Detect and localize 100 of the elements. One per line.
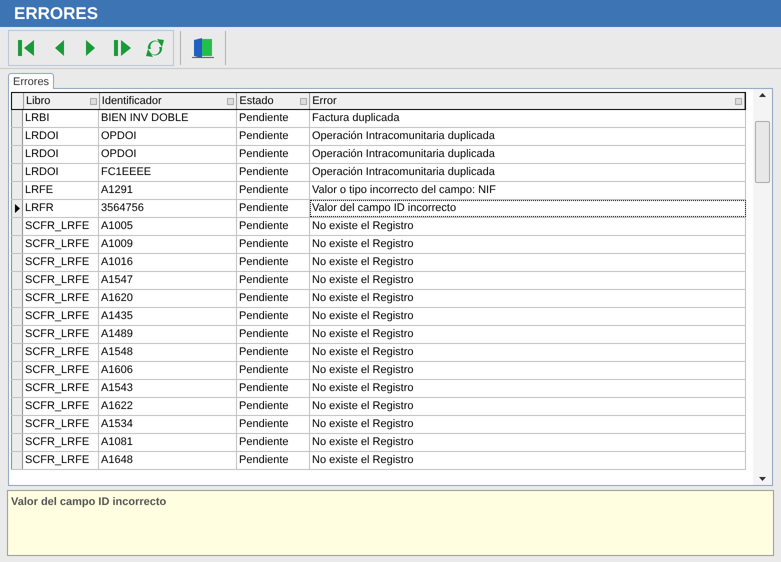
row-indicator <box>11 236 23 253</box>
table-cell: SCFR_LRFE <box>23 326 99 343</box>
vertical-scrollbar[interactable] <box>753 89 772 485</box>
table-cell: Valor del campo ID incorrecto <box>310 200 746 217</box>
row-indicator <box>11 272 23 289</box>
row-indicator <box>11 326 23 343</box>
table-cell: FC1EEEE <box>99 164 237 181</box>
row-indicator <box>11 434 23 451</box>
table-cell: Pendiente <box>237 416 310 433</box>
table-cell: A1648 <box>99 452 237 469</box>
row-indicator <box>11 146 23 163</box>
table-cell: SCFR_LRFE <box>23 254 99 271</box>
table-cell: LRFR <box>23 200 99 217</box>
table-row[interactable]: SCFR_LRFE A1435 Pendiente No existe el Registro <box>11 308 746 326</box>
table-cell: No existe el Registro <box>310 308 746 325</box>
table-cell: A1543 <box>99 380 237 397</box>
table-cell: No existe el Registro <box>310 218 746 235</box>
table-cell: Pendiente <box>237 128 310 145</box>
table-cell: A1620 <box>99 290 237 307</box>
scrollbar-thumb[interactable] <box>755 121 770 183</box>
table-cell: A1548 <box>99 344 237 361</box>
table-row[interactable]: SCFR_LRFE A1489 Pendiente No existe el Registro <box>11 326 746 344</box>
table-cell: LRFE <box>23 182 99 199</box>
table-row[interactable]: SCFR_LRFE A1009 Pendiente No existe el Registro <box>11 236 746 254</box>
table-row[interactable]: SCFR_LRFE A1543 Pendiente No existe el Registro <box>11 380 746 398</box>
table-row[interactable]: LRDOI FC1EEEE Pendiente Operación Intracomunitaria duplicada <box>11 164 746 182</box>
column-header[interactable]: Error <box>310 93 745 109</box>
table-cell: Pendiente <box>237 254 310 271</box>
row-indicator <box>11 362 23 379</box>
table-row[interactable]: LRFE A1291 Pendiente Valor o tipo incorrecto del campo: NIF <box>11 182 746 200</box>
table-cell: Pendiente <box>237 308 310 325</box>
window-title: ERRORES <box>14 2 98 25</box>
table-cell: OPDOI <box>99 128 237 145</box>
column-header[interactable]: Estado <box>237 93 310 109</box>
table-cell: A1489 <box>99 326 237 343</box>
detail-text: Valor del campo ID incorrecto <box>11 496 166 508</box>
table-cell: OPDOI <box>99 146 237 163</box>
table-cell: Pendiente <box>237 326 310 343</box>
row-indicator <box>11 182 23 199</box>
table-row[interactable]: SCFR_LRFE A1648 Pendiente No existe el Registro <box>11 452 746 470</box>
table-row[interactable]: SCFR_LRFE A1547 Pendiente No existe el Registro <box>11 272 746 290</box>
table-cell: No existe el Registro <box>310 254 746 271</box>
table-cell: Pendiente <box>237 290 310 307</box>
table-cell: No existe el Registro <box>310 326 746 343</box>
table-cell: Operación Intracomunitaria duplicada <box>310 128 746 145</box>
table-cell: SCFR_LRFE <box>23 290 99 307</box>
table-row[interactable]: SCFR_LRFE A1005 Pendiente No existe el Registro <box>11 218 746 236</box>
table-cell: Pendiente <box>237 398 310 415</box>
table-cell: SCFR_LRFE <box>23 434 99 451</box>
table-row[interactable]: SCFR_LRFE A1622 Pendiente No existe el Registro <box>11 398 746 416</box>
table-cell: Pendiente <box>237 236 310 253</box>
table-cell: Operación Intracomunitaria duplicada <box>310 164 746 181</box>
table-cell: No existe el Registro <box>310 344 746 361</box>
table-row[interactable]: SCFR_LRFE A1606 Pendiente No existe el Registro <box>11 362 746 380</box>
table-cell: SCFR_LRFE <box>23 236 99 253</box>
table-row[interactable]: LRDOI OPDOI Pendiente Operación Intracomunitaria duplicada <box>11 146 746 164</box>
table-row[interactable]: LRBI BIEN INV DOBLE Pendiente Factura duplicada <box>11 110 746 128</box>
table-cell: Pendiente <box>237 110 310 127</box>
table-cell: No existe el Registro <box>310 452 746 469</box>
scroll-up-icon[interactable] <box>759 93 766 97</box>
table-cell: Valor o tipo incorrecto del campo: NIF <box>310 182 746 199</box>
row-indicator <box>11 164 23 181</box>
table-cell: 3564756 <box>99 200 237 217</box>
row-indicator <box>11 452 23 469</box>
table-row[interactable]: SCFR_LRFE A1081 Pendiente No existe el Registro <box>11 434 746 452</box>
table-cell: SCFR_LRFE <box>23 452 99 469</box>
table-cell: Pendiente <box>237 218 310 235</box>
table-row[interactable]: LRDOI OPDOI Pendiente Operación Intracomunitaria duplicada <box>11 128 746 146</box>
table-row[interactable]: LRFR 3564756 Pendiente Valor del campo ID incorrecto <box>11 200 746 218</box>
table-row[interactable]: SCFR_LRFE A1620 Pendiente No existe el Registro <box>11 290 746 308</box>
row-indicator <box>11 218 23 235</box>
table-cell: Operación Intracomunitaria duplicada <box>310 146 746 163</box>
table-row[interactable]: SCFR_LRFE A1534 Pendiente No existe el Registro <box>11 416 746 434</box>
table-cell: No existe el Registro <box>310 290 746 307</box>
table-row[interactable]: SCFR_LRFE A1016 Pendiente No existe el Registro <box>11 254 746 272</box>
table-cell: LRDOI <box>23 128 99 145</box>
table-cell: SCFR_LRFE <box>23 308 99 325</box>
table-cell: SCFR_LRFE <box>23 380 99 397</box>
table-row[interactable]: SCFR_LRFE A1548 Pendiente No existe el Registro <box>11 344 746 362</box>
table-cell: No existe el Registro <box>310 362 746 379</box>
row-indicator <box>11 344 23 361</box>
row-indicator <box>11 308 23 325</box>
tab[interactable]: Errores <box>8 73 54 89</box>
row-indicator <box>11 254 23 271</box>
row-indicator <box>11 128 23 145</box>
table-cell: SCFR_LRFE <box>23 416 99 433</box>
table-cell: SCFR_LRFE <box>23 218 99 235</box>
table-cell: A1547 <box>99 272 237 289</box>
table-cell: A1534 <box>99 416 237 433</box>
table-cell: Pendiente <box>237 434 310 451</box>
column-header[interactable]: Libro <box>24 93 100 109</box>
column-header[interactable]: Identificador <box>100 93 238 109</box>
table-cell: Pendiente <box>237 452 310 469</box>
table-cell: SCFR_LRFE <box>23 272 99 289</box>
scroll-down-icon[interactable] <box>759 477 766 481</box>
table-cell: A1009 <box>99 236 237 253</box>
table-cell: A1291 <box>99 182 237 199</box>
table-cell: LRBI <box>23 110 99 127</box>
row-indicator <box>11 290 23 307</box>
table-cell: Pendiente <box>237 146 310 163</box>
